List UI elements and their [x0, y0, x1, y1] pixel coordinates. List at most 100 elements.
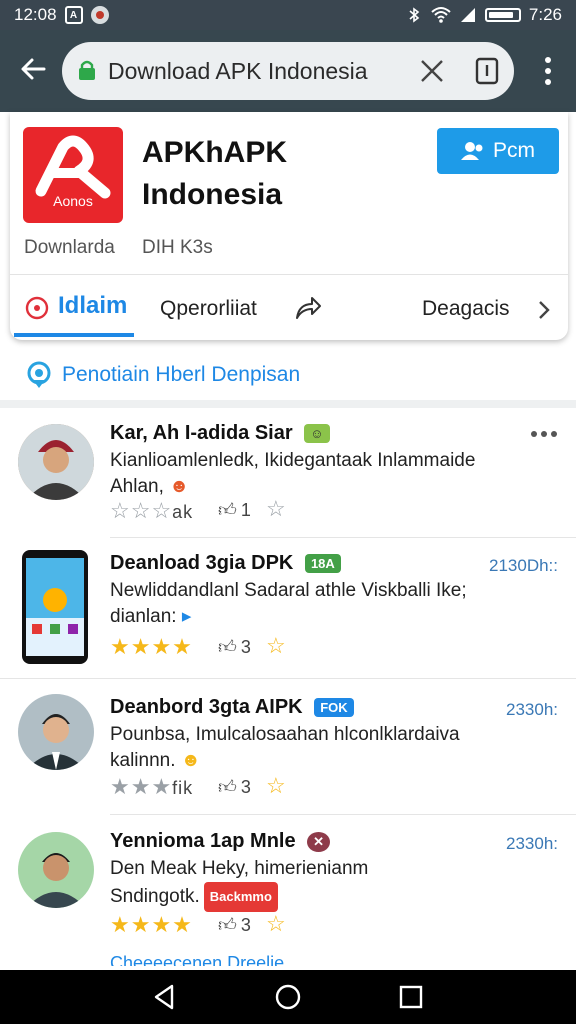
like-button[interactable]: 👍︎ 3	[218, 776, 251, 798]
location-pin-icon	[27, 361, 51, 388]
emoji-badge-icon: ✕	[307, 831, 331, 852]
emoji-badge-icon: ☺	[304, 424, 330, 444]
thumbs-up-icon: 👍︎	[218, 637, 237, 657]
avatar	[18, 832, 94, 908]
tab-more[interactable]: Deagacis	[422, 297, 510, 321]
battery-icon	[484, 8, 521, 22]
review-text-line1: Kianlioamlenledk, Ikidegantaak Inlammaid…	[110, 450, 476, 471]
row-divider	[110, 814, 576, 815]
app-title: APKhAPK Indonesia	[142, 132, 287, 216]
nav-back-icon[interactable]	[150, 982, 180, 1012]
rating-stars: ☆☆☆ak	[110, 498, 193, 524]
overflow-menu-icon[interactable]	[538, 54, 558, 88]
review-author: Kar, Ah I-adida Siar ☺	[110, 422, 330, 445]
wifi-icon	[431, 7, 451, 23]
favorite-star-icon[interactable]: ☆	[266, 496, 286, 522]
app-title-line1: APKhAPK	[142, 136, 288, 169]
primary-action-label: Pcm	[493, 139, 535, 162]
favorite-star-icon[interactable]: ☆	[266, 773, 286, 799]
review-badge: Backmmo	[203, 882, 278, 912]
review-item[interactable]: Deanbord 3gta AIPK FOK 2330h: Pounbsa, I…	[0, 680, 576, 810]
app-tabs: Idlaim Qperorliiat Deagacis	[10, 275, 568, 340]
review-author-name: Deanbord 3gta AIPK	[110, 696, 303, 718]
review-text-line2: Sndingotk.	[110, 886, 200, 908]
app-title-line2: Indonesia	[142, 178, 283, 211]
review-item[interactable]: Kar, Ah I-adida Siar ☺ Kianlioamlenledk,…	[0, 408, 576, 538]
lock-icon	[79, 60, 95, 80]
review-text: Kianlioamlenledk, Ikidegantaak Inlammaid…	[110, 448, 510, 500]
review-badge: 18A	[304, 554, 341, 574]
app-meta-downloads: Downlarda	[24, 237, 115, 258]
tab-reviews[interactable]: Qperorliiat	[160, 297, 257, 321]
system-navigation-bar	[0, 970, 576, 1024]
tab-active-indicator	[14, 333, 134, 337]
tab-details[interactable]: Idlaim	[58, 292, 127, 320]
review-author-name: Yennioma 1ap Mnle	[110, 830, 296, 852]
like-count: 3	[240, 914, 251, 935]
review-text-line2: Ahlan,	[110, 476, 164, 497]
review-author-name: Deanload 3gia DPK	[110, 552, 294, 574]
review-text-line1: Newliddandlanl Sadaral athle Viskballi I…	[110, 580, 467, 601]
review-time: 2330h:	[506, 834, 558, 853]
status-bar: 12:08 A 7:26	[0, 0, 576, 30]
status-time-right: 7:26	[528, 5, 562, 24]
review-item[interactable]: Yennioma 1ap Mnle ✕ 2330h: Den Meak Heky…	[0, 816, 576, 966]
bluetooth-icon	[409, 7, 420, 23]
favorite-star-icon[interactable]: ☆	[266, 911, 286, 937]
back-arrow-icon[interactable]	[16, 52, 50, 86]
review-text-line1: Pounbsa, Imulcalosaahan hlconlklardaiva	[110, 724, 460, 745]
review-author: Yennioma 1ap Mnle ✕	[110, 830, 331, 853]
more-options-icon[interactable]	[530, 430, 558, 438]
review-item[interactable]: Deanload 3gia DPK 18A 2130Dh:: Newliddan…	[0, 538, 576, 676]
avatar-person-icon	[18, 832, 94, 908]
footer-partial-link[interactable]: Cheeeecenen Dreelie	[110, 954, 284, 966]
like-button[interactable]: 👍︎ 1	[218, 499, 251, 521]
url-text[interactable]: Download APK Indonesia	[108, 58, 368, 85]
nav-home-icon[interactable]	[273, 982, 303, 1012]
avatar-person-icon	[18, 424, 94, 500]
section-separator	[0, 400, 576, 408]
share-icon[interactable]	[294, 295, 322, 321]
tab-switcher-icon[interactable]	[472, 56, 502, 86]
rating-stars: ★★★★	[110, 912, 193, 938]
review-author-name: Kar, Ah I-adida Siar	[110, 422, 293, 444]
review-text-line1: Den Meak Heky, himerienianm	[110, 858, 369, 879]
rating-stars: ★★★fik	[110, 774, 193, 800]
review-author: Deanbord 3gta AIPK FOK	[110, 696, 354, 719]
row-divider	[0, 678, 576, 679]
nav-recents-icon[interactable]	[396, 982, 426, 1012]
review-time: 2130Dh::	[489, 556, 558, 575]
like-count: 3	[240, 636, 251, 657]
rating-text: fik	[172, 778, 194, 798]
review-text-line2: dianlan:	[110, 606, 177, 627]
rating-stars: ★★★★	[110, 634, 193, 660]
review-badge: FOK	[314, 698, 354, 718]
primary-action-button[interactable]: Pcm	[437, 128, 559, 174]
section-link[interactable]: Penotiain Hberl Denpisan	[24, 360, 300, 390]
star-icon: ☆☆☆	[110, 498, 173, 523]
emoji-icon: ☻	[169, 476, 190, 497]
notification-record-icon	[90, 6, 109, 24]
rating-text: ak	[172, 502, 194, 522]
review-text: Newliddandlanl Sadaral athle Viskballi I…	[110, 578, 530, 630]
chevron-right-icon[interactable]	[537, 299, 551, 321]
like-count: 3	[240, 776, 251, 797]
like-button[interactable]: 👍︎ 3	[218, 636, 251, 658]
tab-details-icon	[25, 296, 49, 320]
emoji-icon: ☻	[180, 750, 201, 771]
signal-icon	[460, 8, 475, 22]
star-icon: ★★★	[110, 774, 173, 799]
browser-toolbar: Download APK Indonesia	[0, 30, 576, 112]
review-time: 2330h:	[506, 700, 558, 719]
app-logo: Aonos	[23, 127, 123, 223]
like-button[interactable]: 👍︎ 3	[218, 914, 251, 936]
close-icon[interactable]	[417, 56, 447, 86]
user-icon	[461, 142, 483, 160]
review-text: Den Meak Heky, himerienianm Sndingotk. Ba…	[110, 856, 510, 912]
url-bar[interactable]: Download APK Indonesia	[62, 42, 514, 100]
like-count: 1	[240, 499, 251, 520]
star-icon: ★★★★	[110, 634, 193, 659]
thumbs-up-icon: 👍︎	[218, 500, 237, 520]
phone-screen-icon	[26, 558, 84, 656]
favorite-star-icon[interactable]: ☆	[266, 633, 286, 659]
